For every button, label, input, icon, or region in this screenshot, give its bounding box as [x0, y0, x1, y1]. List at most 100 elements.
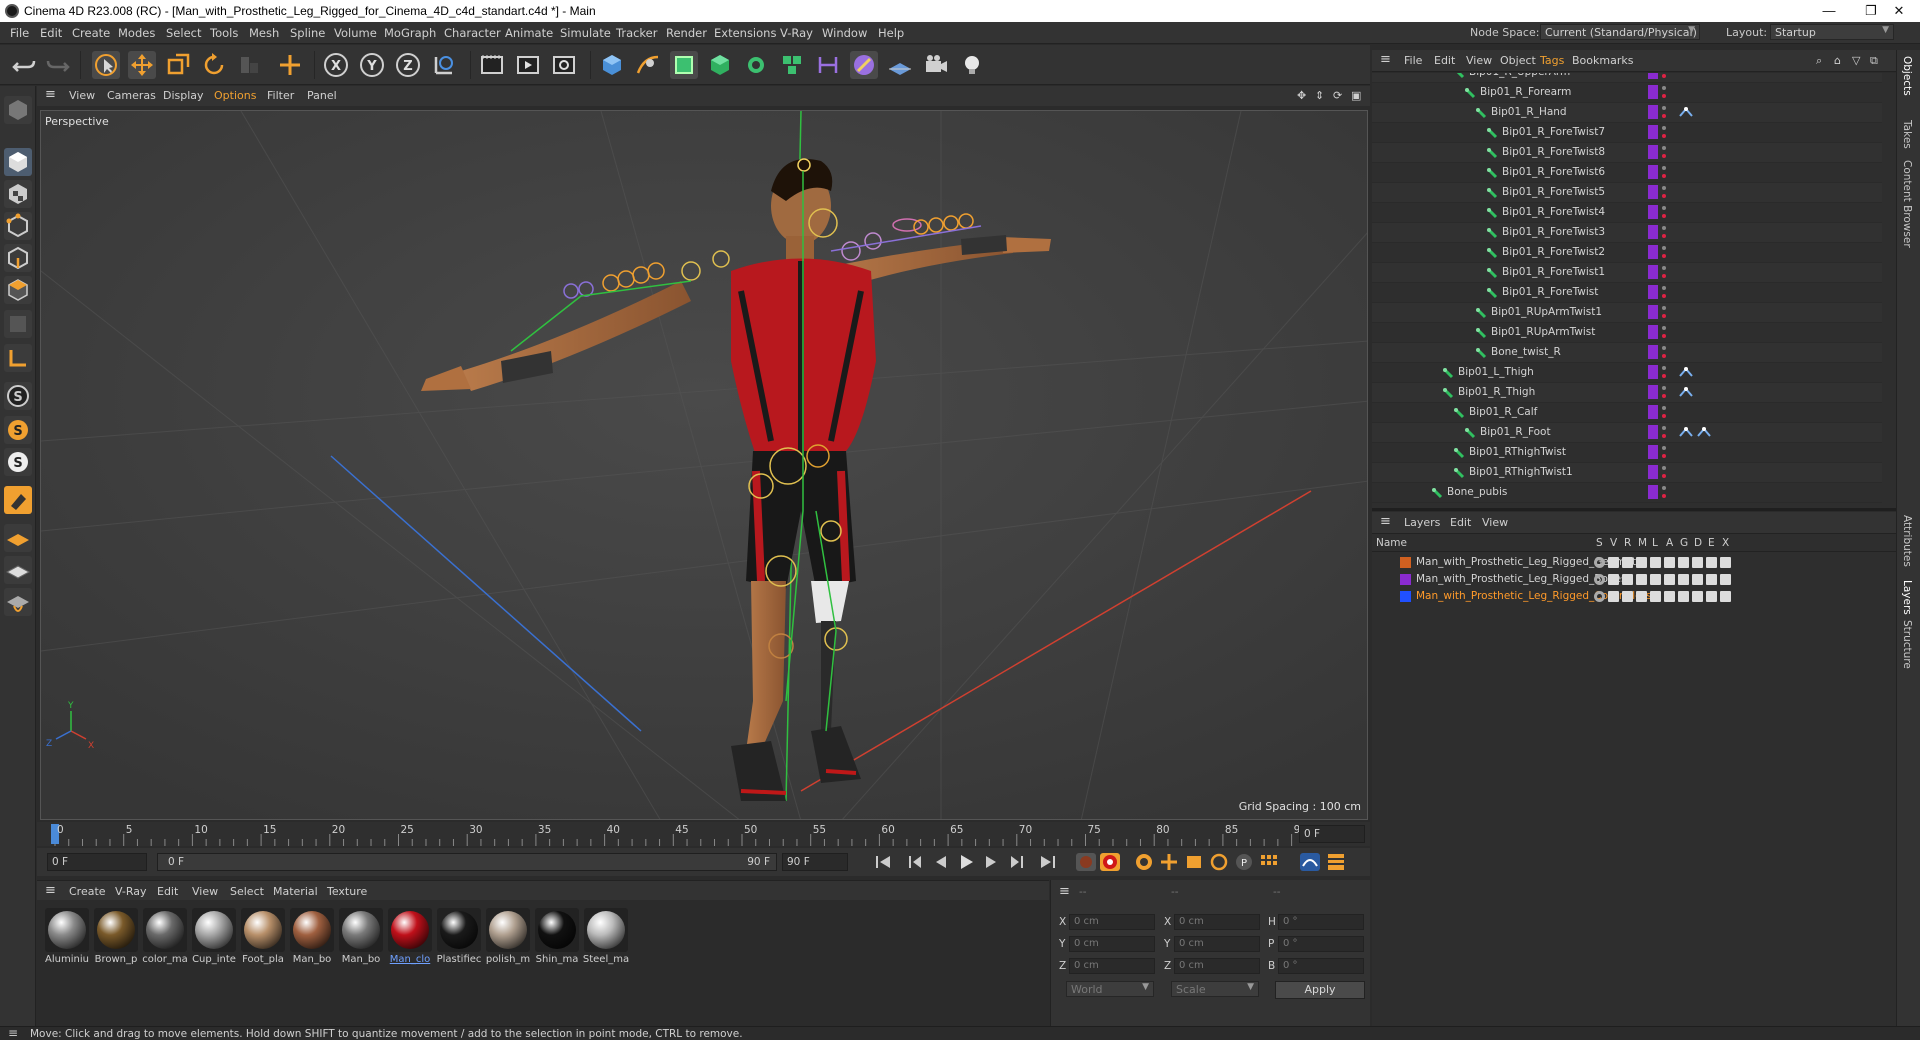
tab-takes[interactable]: Takes	[1901, 120, 1913, 149]
object-row[interactable]: Bip01_RThighTwist	[1372, 443, 1882, 463]
layer-toggle-icon[interactable]	[1678, 557, 1689, 568]
render-visibility-dot[interactable]	[1662, 94, 1666, 98]
ik-tag-icon[interactable]	[1678, 106, 1694, 119]
tab-attributes[interactable]: Attributes	[1901, 515, 1913, 567]
frame-range-slider[interactable]: 0 F 90 F	[157, 853, 777, 871]
render-region-icon[interactable]	[478, 51, 506, 79]
layer-toggle-icon[interactable]	[1706, 557, 1717, 568]
ik-tag-icon[interactable]	[1678, 366, 1694, 379]
texture-mode-icon[interactable]	[4, 180, 32, 208]
object-row[interactable]: Bip01_R_ForeTwist1	[1372, 263, 1882, 283]
layer-color-swatch[interactable]	[1648, 305, 1658, 319]
layer-toggle-icon[interactable]	[1664, 557, 1675, 568]
render-visibility-dot[interactable]	[1662, 394, 1666, 398]
editor-visibility-dot[interactable]	[1662, 386, 1666, 390]
workplane-snap-icon[interactable]: S	[4, 448, 32, 476]
layer-column-header[interactable]: D	[1694, 537, 1702, 549]
node-space-dropdown[interactable]: Current (Standard/Physical) ▼	[1540, 24, 1700, 40]
home-icon[interactable]: ⌂	[1834, 54, 1841, 67]
record-active-keys-icon[interactable]	[1099, 852, 1121, 872]
rot-b-field[interactable]: 0 °	[1278, 958, 1364, 974]
key-position-icon[interactable]	[1158, 852, 1180, 872]
render-visibility-dot[interactable]	[1662, 354, 1666, 358]
subdivision-icon[interactable]	[670, 51, 698, 79]
layer-toggle-icon[interactable]	[1692, 574, 1703, 585]
render-visibility-dot[interactable]	[1662, 194, 1666, 198]
snap-icon[interactable]: S	[4, 382, 32, 410]
layer-toggle-icon[interactable]	[1650, 574, 1661, 585]
hamburger-icon[interactable]: ≡	[1380, 514, 1391, 529]
layer-toggle-icon[interactable]	[1622, 557, 1633, 568]
grid-icon[interactable]	[4, 556, 32, 584]
rot-p-field[interactable]: 0 °	[1278, 936, 1364, 952]
layer-toggle-icon[interactable]	[1594, 574, 1605, 585]
layer-color-swatch[interactable]	[1400, 591, 1411, 602]
layer-toggle-icon[interactable]	[1650, 557, 1661, 568]
coordinate-space-dropdown[interactable]: World ▼	[1066, 981, 1154, 997]
layer-color-swatch[interactable]	[1648, 385, 1658, 399]
layer-toggle-icon[interactable]	[1622, 591, 1633, 602]
layer-toggle-icon[interactable]	[1720, 591, 1731, 602]
menu-render[interactable]: Render	[666, 26, 707, 40]
layer-color-swatch[interactable]	[1648, 285, 1658, 299]
editor-visibility-dot[interactable]	[1662, 406, 1666, 410]
layer-toggle-icon[interactable]	[1692, 557, 1703, 568]
light-icon[interactable]	[958, 51, 986, 79]
pos-z-field[interactable]: 0 cm	[1069, 958, 1155, 974]
editor-visibility-dot[interactable]	[1662, 446, 1666, 450]
om-menu-object[interactable]: Object	[1500, 54, 1536, 67]
layout-dropdown[interactable]: Startup ▼	[1770, 24, 1894, 40]
polygons-mode-icon[interactable]	[4, 276, 32, 304]
viewport-zoom-icon[interactable]: ⇕	[1315, 89, 1324, 102]
viewport-pan-icon[interactable]: ✥	[1297, 89, 1306, 102]
axis-mode-icon[interactable]	[4, 344, 32, 372]
scale-icon[interactable]	[164, 51, 192, 79]
layer-color-swatch[interactable]	[1648, 445, 1658, 459]
render-visibility-dot[interactable]	[1662, 114, 1666, 118]
size-y-field[interactable]: 0 cm	[1174, 936, 1260, 952]
cube-icon[interactable]	[598, 51, 626, 79]
editor-visibility-dot[interactable]	[1662, 366, 1666, 370]
go-to-end-icon[interactable]	[1037, 852, 1059, 872]
object-row[interactable]: Bip01_R_Hand	[1372, 103, 1882, 123]
ik-tag-icon[interactable]	[1678, 426, 1694, 439]
layer-menu-view[interactable]: View	[1482, 516, 1508, 529]
recent-tools-icon[interactable]	[236, 51, 264, 79]
material-swatch[interactable]: color_ma	[141, 908, 189, 965]
editor-visibility-dot[interactable]	[1662, 466, 1666, 470]
material-menu-edit[interactable]: Edit	[157, 885, 178, 898]
key-pla-icon[interactable]	[1258, 852, 1280, 872]
viewport-menu-cameras[interactable]: Cameras	[107, 89, 156, 102]
size-z-field[interactable]: 0 cm	[1174, 958, 1260, 974]
object-row[interactable]: Bip01_R_ForeTwist5	[1372, 183, 1882, 203]
camera-icon[interactable]	[922, 51, 950, 79]
tab-structure[interactable]: Structure	[1901, 620, 1913, 669]
material-swatch[interactable]: Foot_pla	[239, 908, 287, 965]
render-visibility-dot[interactable]	[1662, 154, 1666, 158]
render-visibility-dot[interactable]	[1662, 294, 1666, 298]
workplane-icon[interactable]	[4, 524, 32, 552]
close-button[interactable]: ✕	[1876, 0, 1920, 22]
layer-color-swatch[interactable]	[1648, 105, 1658, 119]
layer-toggle-icon[interactable]	[1664, 574, 1675, 585]
layer-toggle-icon[interactable]	[1664, 591, 1675, 602]
om-menu-tags[interactable]: Tags	[1540, 54, 1564, 67]
render-visibility-dot[interactable]	[1662, 474, 1666, 478]
layer-column-header[interactable]: V	[1610, 537, 1617, 549]
edges-mode-icon[interactable]	[4, 244, 32, 272]
z-axis-icon[interactable]: Z	[394, 51, 422, 79]
menu-extensions[interactable]: Extensions	[714, 26, 776, 40]
render-visibility-dot[interactable]	[1662, 74, 1666, 78]
viewport-menu-panel[interactable]: Panel	[307, 89, 337, 102]
layer-color-swatch[interactable]	[1648, 465, 1658, 479]
go-to-start-icon[interactable]	[872, 852, 894, 872]
undo-icon[interactable]	[10, 51, 38, 79]
live-selection-icon[interactable]	[92, 51, 120, 79]
timeline-ruler[interactable]: 051015202530354045505560657075808590 0 F	[37, 822, 1370, 846]
hamburger-icon[interactable]: ≡	[1059, 884, 1070, 899]
layer-toggle-icon[interactable]	[1692, 591, 1703, 602]
om-menu-file[interactable]: File	[1404, 54, 1422, 67]
previous-frame-icon[interactable]	[930, 852, 952, 872]
editor-visibility-dot[interactable]	[1662, 206, 1666, 210]
editor-visibility-dot[interactable]	[1662, 486, 1666, 490]
